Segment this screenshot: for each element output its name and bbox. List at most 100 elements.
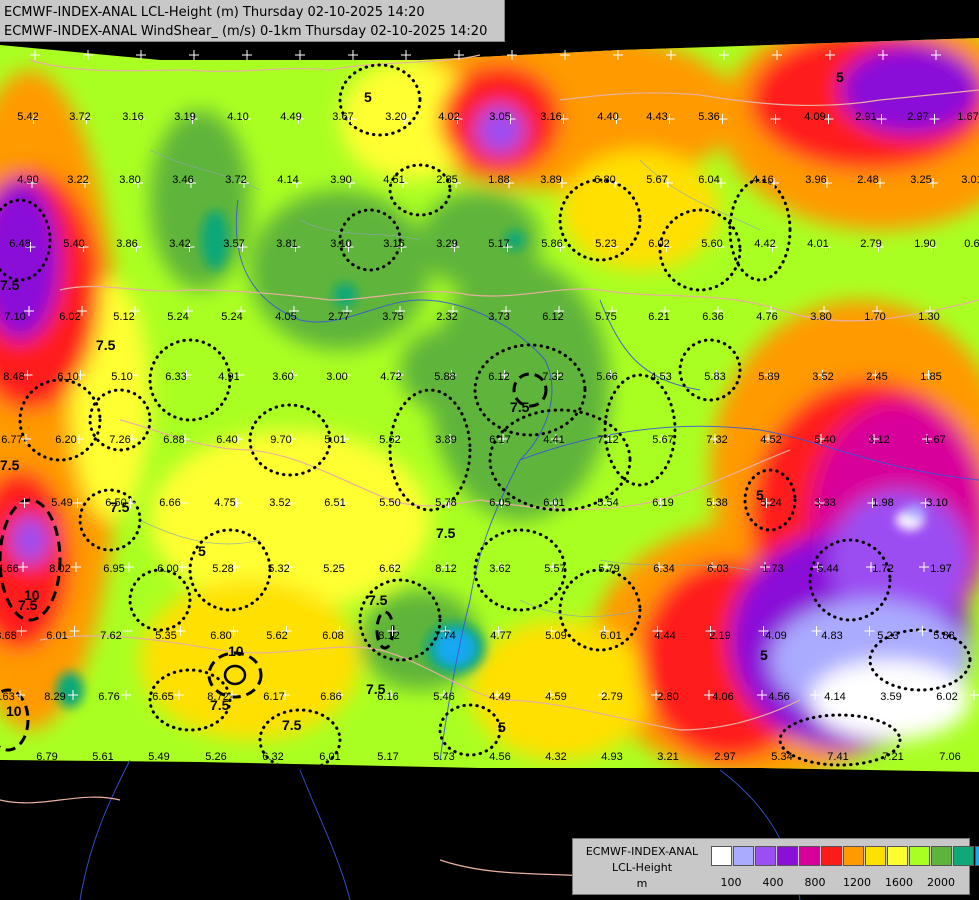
grid-value: 2.91 xyxy=(855,111,876,123)
contour-label: 10 xyxy=(228,643,244,659)
grid-value: 4.32 xyxy=(545,751,566,763)
grid-value: 5.75 xyxy=(595,311,616,323)
grid-value: 4.49 xyxy=(280,111,301,123)
grid-value: 1.72 xyxy=(872,563,893,575)
grid-value: 1.67 xyxy=(924,434,945,446)
grid-value: 6.65 xyxy=(152,691,173,703)
grid-value: 3.52 xyxy=(269,497,290,509)
grid-value: 1.90 xyxy=(914,238,935,250)
grid-value: 5.62 xyxy=(379,434,400,446)
legend-swatch xyxy=(909,846,930,866)
grid-value: 6.80 xyxy=(210,630,231,642)
grid-value: 3.01 xyxy=(961,174,979,186)
grid-value: 7.26 xyxy=(109,434,130,446)
grid-value: 7.32 xyxy=(542,371,563,383)
grid-value: 5.44 xyxy=(817,563,838,575)
grid-value: 4.51 xyxy=(383,174,404,186)
grid-value: 5.67 xyxy=(652,434,673,446)
grid-value: 6.19 xyxy=(652,497,673,509)
grid-value: 4.14 xyxy=(277,174,298,186)
grid-value: 4.53 xyxy=(650,371,671,383)
contour-label: 7.5 xyxy=(96,337,116,353)
grid-value: 4.43 xyxy=(646,111,667,123)
grid-value: 5.23 xyxy=(877,630,898,642)
grid-value: 7.62 xyxy=(100,630,121,642)
legend-swatch xyxy=(887,846,908,866)
grid-value: 5.67 xyxy=(646,174,667,186)
grid-value: 6.36 xyxy=(702,311,723,323)
grid-value: 7.10 xyxy=(4,311,25,323)
grid-value: 5.36 xyxy=(698,111,719,123)
grid-value: 6.95 xyxy=(103,563,124,575)
legend-variable: LCL-Height xyxy=(611,861,673,874)
grid-value: 4.77 xyxy=(490,630,511,642)
grid-value: 4.09 xyxy=(765,630,786,642)
grid-value: 5.24 xyxy=(221,311,242,323)
grid-value: 7.74 xyxy=(434,630,455,642)
grid-value: 1.98 xyxy=(872,497,893,509)
grid-value: 2.19 xyxy=(709,630,730,642)
grid-value: 7.12 xyxy=(597,434,618,446)
grid-value: 3.00 xyxy=(326,371,347,383)
legend-unit: m xyxy=(636,877,648,890)
grid-value: 6.12 xyxy=(488,371,509,383)
color-legend: ECMWF-INDEX-ANAL LCL-Height m 100 400 800 1… xyxy=(572,838,979,895)
grid-value: 3.73 xyxy=(488,311,509,323)
grid-value: 5.24 xyxy=(760,497,781,509)
grid-value: 3.68 xyxy=(0,630,17,642)
grid-value: 5.01 xyxy=(324,434,345,446)
grid-value: 3.21 xyxy=(657,751,678,763)
grid-value: 6.08 xyxy=(322,630,343,642)
grid-value: 5.26 xyxy=(205,751,226,763)
grid-value: 4.72 xyxy=(380,371,401,383)
grid-value: 6.01 xyxy=(543,497,564,509)
grid-value: 6.03 xyxy=(707,563,728,575)
grid-value: 4.05 xyxy=(275,311,296,323)
grid-value: 1.85 xyxy=(920,371,941,383)
grid-value: 3.86 xyxy=(116,238,137,250)
grid-value: 3.60 xyxy=(272,371,293,383)
grid-value: 5.40 xyxy=(63,238,84,250)
grid-value: 2.97 xyxy=(907,111,928,123)
grid-value: 5.60 xyxy=(701,238,722,250)
grid-value: 8.12 xyxy=(435,563,456,575)
grid-value: 5.50 xyxy=(379,497,400,509)
grid-value: 4.91 xyxy=(218,371,239,383)
grid-value: 5.78 xyxy=(435,497,456,509)
grid-value: 2.45 xyxy=(866,371,887,383)
grid-value: 6.02 xyxy=(59,311,80,323)
legend-tick-label: 1200 xyxy=(843,876,871,889)
grid-value: 6.62 xyxy=(379,563,400,575)
grid-value: 2.48 xyxy=(857,174,878,186)
grid-value: 3.62 xyxy=(489,563,510,575)
grid-value: 8.72 xyxy=(207,691,228,703)
grid-value: 4.49 xyxy=(489,691,510,703)
grid-value: 3.52 xyxy=(812,371,833,383)
grid-value: 3.67 xyxy=(332,111,353,123)
grid-value: 6.02 xyxy=(936,691,957,703)
legend-source: ECMWF-INDEX-ANAL xyxy=(585,845,699,858)
grid-value: 3.57 xyxy=(223,238,244,250)
grid-value: 5.17 xyxy=(377,751,398,763)
grid-value: 6.48 xyxy=(9,238,30,250)
title-line-windshear: ECMWF-INDEX-ANAL WindShear_ (m/s) 0-1km … xyxy=(4,24,488,39)
grid-value: 3.81 xyxy=(276,238,297,250)
grid-value: 4.06 xyxy=(712,691,733,703)
grid-value: 4.09 xyxy=(804,111,825,123)
grid-value: 5.83 xyxy=(704,371,725,383)
contour-label: 7.5 xyxy=(0,277,20,293)
grid-value: 3.16 xyxy=(122,111,143,123)
grid-value: 1.30 xyxy=(918,311,939,323)
grid-value: 6.01 xyxy=(319,751,340,763)
contour-label: 7.5 xyxy=(0,457,20,473)
title-panel: ECMWF-INDEX-ANAL LCL-Height (m) Thursday… xyxy=(0,0,505,42)
grid-value: 5.38 xyxy=(706,497,727,509)
legend-swatch xyxy=(711,846,732,866)
grid-value: 3.20 xyxy=(385,111,406,123)
contour-label: 7.5 xyxy=(18,597,38,613)
grid-value: 6.20 xyxy=(55,434,76,446)
grid-value: 5.89 xyxy=(758,371,779,383)
grid-value: 3.22 xyxy=(67,174,88,186)
legend-swatch xyxy=(843,846,864,866)
grid-value: 5.35 xyxy=(155,630,176,642)
